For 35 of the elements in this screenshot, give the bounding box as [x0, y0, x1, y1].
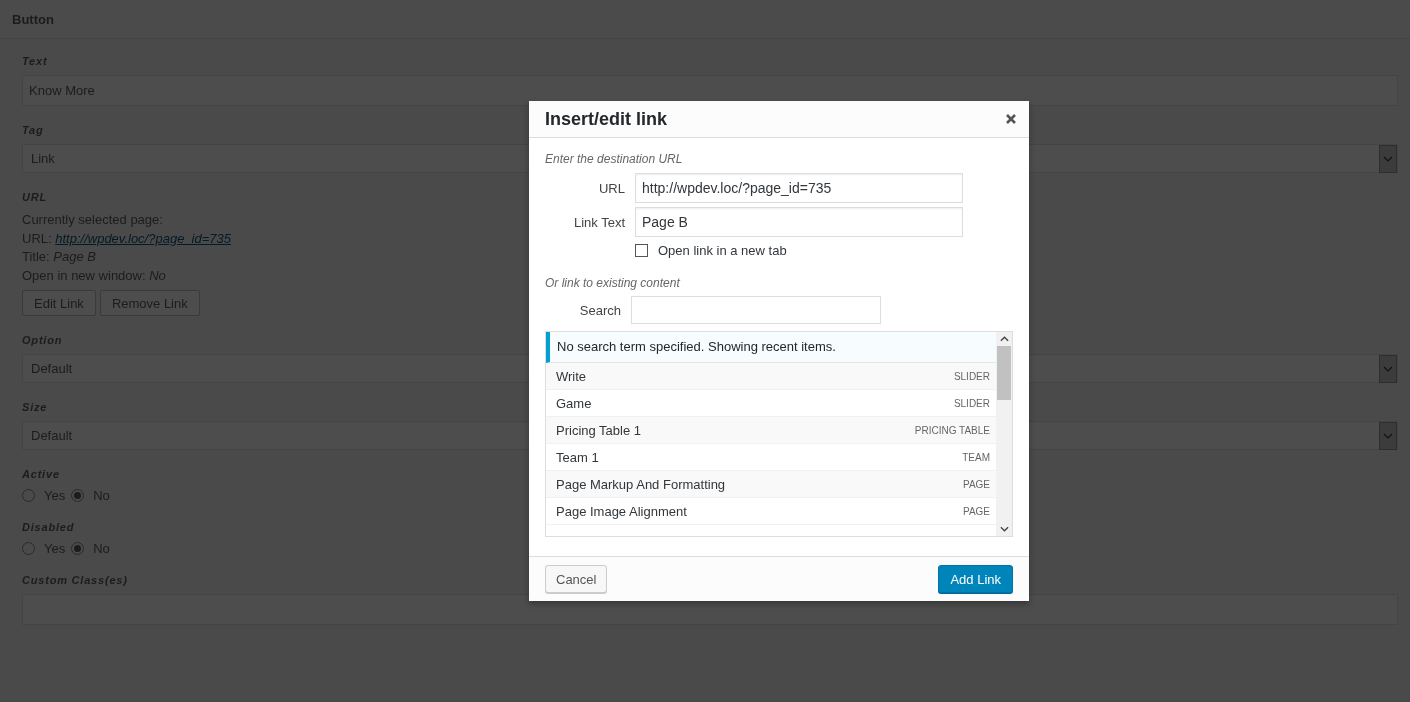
notice-text: No search term specified. Showing recent items. [546, 332, 996, 363]
result-item[interactable]: Pricing Table 1 PRICING TABLE [546, 417, 996, 444]
search-field[interactable] [631, 296, 881, 324]
input-field[interactable]: Page B [635, 207, 963, 237]
scroll-up-icon[interactable] [999, 336, 1009, 342]
cancel-button[interactable]: Cancel [545, 565, 608, 593]
scrollbar[interactable] [996, 332, 1012, 536]
result-item[interactable]: Write SLIDER [546, 363, 996, 390]
field-label: URL [598, 180, 626, 196]
result-item[interactable]: Page Markup And Formatting PAGE [546, 471, 996, 498]
scroll-down-icon[interactable] [999, 526, 1009, 532]
item-title: Page Markup And Formatting [556, 476, 726, 492]
checkbox[interactable] [635, 244, 648, 257]
item-type: PRICING TABLE [914, 424, 990, 436]
item-type: PAGE [962, 478, 990, 490]
input-field[interactable] [22, 594, 1398, 625]
item-title: Game [556, 395, 592, 411]
input-field[interactable]: http://wpdev.loc/?page_id=735 [635, 173, 963, 203]
item-title: Page Image Alignment [556, 503, 687, 519]
dialog-title: Insert/edit link [545, 108, 668, 130]
scrollbar-thumb[interactable] [997, 346, 1011, 400]
section-hint: Enter the destination URL [545, 152, 683, 166]
add-link-button[interactable]: Add Link [938, 565, 1013, 593]
field-label: Link Text [572, 214, 626, 230]
item-title: Pricing Table 1 [556, 422, 642, 438]
field-label: Search [578, 302, 622, 318]
item-type: PAGE [962, 505, 990, 517]
item-type: SLIDER [953, 397, 990, 409]
section-hint: Or link to existing content [545, 276, 680, 290]
close-icon[interactable] [1005, 113, 1017, 125]
item-title: Team 1 [556, 449, 599, 465]
checkbox-label: Open link in a new tab [658, 243, 787, 258]
item-title: Write [556, 368, 587, 384]
item-type: TEAM [962, 451, 990, 463]
item-type: SLIDER [953, 370, 990, 382]
